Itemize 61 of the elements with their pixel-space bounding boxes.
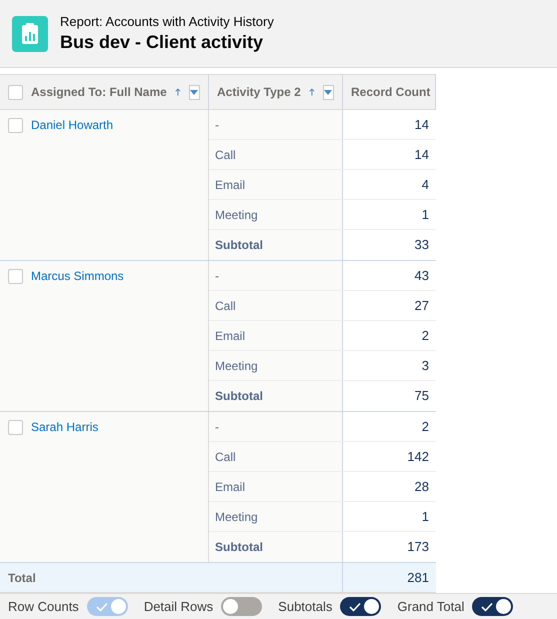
check-icon: [349, 602, 362, 612]
subtotal-label: Subtotal: [209, 381, 343, 411]
table-cell: Email: [209, 321, 343, 350]
check-icon: [96, 602, 108, 612]
person-link[interactable]: Daniel Howarth: [31, 118, 114, 132]
subtotal-label: Subtotal: [209, 230, 343, 260]
subtotal-value: 33: [414, 236, 430, 254]
sort-up-icon: [308, 87, 315, 97]
table-cell: Meeting: [209, 351, 343, 380]
sort-up-icon: [174, 87, 181, 97]
table-cell: Email: [209, 170, 343, 199]
toggle-switch[interactable]: [472, 597, 514, 616]
table-cell-text: 4: [420, 176, 430, 194]
table-cell: Call: [209, 442, 343, 471]
checkbox[interactable]: [8, 269, 23, 284]
checkbox[interactable]: [8, 118, 23, 133]
table-cell-text: 1: [420, 508, 430, 526]
subtotal-value: 173: [406, 538, 430, 556]
table-cell-text: 3: [420, 356, 430, 375]
caret-down-icon: [324, 90, 332, 94]
column-header[interactable]: Activity Type 2: [209, 75, 343, 109]
caret-down-icon: [190, 90, 198, 94]
report-title: Bus dev - Client activity: [60, 30, 264, 54]
table-cell-text: 28: [414, 478, 430, 496]
column-header[interactable]: Record Count: [343, 75, 436, 109]
table-cell-text: 14: [414, 146, 430, 164]
table-cell: Call: [209, 291, 343, 320]
table-cell: -: [209, 412, 343, 441]
dropdown-button[interactable]: [322, 84, 334, 100]
table-cell-text: 2: [420, 418, 430, 436]
dropdown-button[interactable]: [188, 84, 200, 100]
checkbox[interactable]: [8, 420, 23, 435]
toggle-switch[interactable]: [221, 597, 262, 616]
table-cell-text: 27: [414, 296, 430, 315]
table-cell: Email: [209, 472, 343, 501]
table-cell: Call: [209, 140, 343, 169]
column-header[interactable]: Assigned To: Full Name: [0, 75, 209, 109]
table-cell-text: 14: [414, 116, 430, 134]
person-link[interactable]: Marcus Simmons: [31, 269, 124, 283]
subtotal-label: Subtotal: [209, 532, 343, 562]
table-cell: Meeting: [209, 502, 343, 531]
person-link[interactable]: Sarah Harris: [31, 420, 98, 434]
toggle-label: Detail Rows: [144, 598, 214, 616]
table-cell-text: 142: [406, 448, 430, 466]
toggle-label: Row Counts: [8, 598, 79, 616]
table-cell-text: 2: [420, 326, 430, 345]
toggle-label: Grand Total: [397, 598, 464, 616]
table-cell: -: [209, 261, 343, 290]
table-cell: Meeting: [209, 200, 343, 229]
table-cell: -: [209, 110, 343, 139]
check-icon: [481, 602, 494, 612]
report-type: Report: Accounts with Activity History: [60, 14, 274, 30]
table-cell-text: 43: [414, 266, 430, 285]
total-value: 281: [406, 568, 430, 587]
total-label: Total: [0, 563, 343, 592]
report-icon: [12, 16, 48, 52]
checkbox[interactable]: [8, 84, 23, 100]
table-cell-text: 1: [420, 206, 430, 224]
subtotal-value: 75: [414, 387, 430, 406]
toggle-label: Subtotals: [278, 598, 332, 616]
toggle-switch[interactable]: [340, 597, 382, 616]
